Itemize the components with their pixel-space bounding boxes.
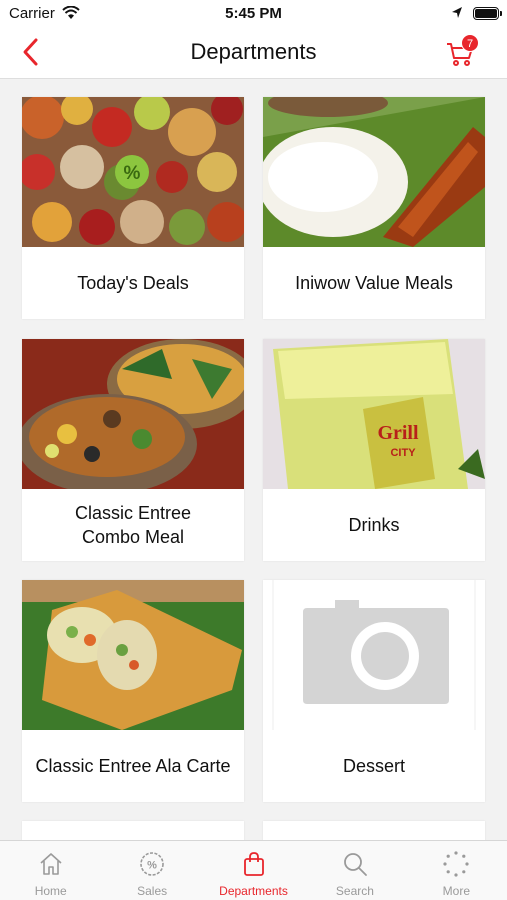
svg-text:%: % — [124, 163, 141, 184]
status-bar: Carrier 5:45 PM — [0, 0, 507, 26]
department-card-classic-entree-combo-meal[interactable]: Classic Entree Combo Meal — [22, 339, 244, 561]
tab-label: Sales — [137, 884, 168, 898]
department-card-iniwow-value-meals[interactable]: Iniwow Value Meals — [263, 97, 485, 319]
department-card-partial[interactable] — [22, 821, 244, 840]
svg-text:CITY: CITY — [390, 447, 416, 459]
location-arrow-icon — [452, 7, 462, 18]
svg-text:%: % — [147, 860, 157, 872]
juice-cup-photo: Grill CITY — [263, 339, 485, 489]
shopping-bag-icon — [243, 852, 264, 876]
vegetables-photo: % — [22, 97, 244, 247]
tab-label: Departments — [219, 884, 288, 898]
navigation-bar: Departments 7 — [0, 26, 507, 79]
tab-label: Search — [335, 884, 374, 898]
department-label: Iniwow Value Meals — [295, 273, 453, 293]
department-card-dessert[interactable]: Dessert — [263, 580, 485, 802]
tab-departments[interactable]: Departments — [203, 841, 304, 900]
sales-icon: % — [140, 852, 164, 876]
department-label: Classic Entree Combo Meal — [74, 503, 192, 547]
search-icon — [344, 853, 367, 876]
camera-placeholder-icon — [263, 580, 485, 730]
department-card-partial[interactable] — [263, 821, 485, 840]
tab-bar: Home % Sales Departments Search More — [0, 840, 507, 900]
rice-bbq-photo — [263, 97, 485, 247]
department-card-classic-entree-ala-carte[interactable]: Classic Entree Ala Carte — [22, 580, 244, 802]
tab-more[interactable]: More — [406, 841, 507, 900]
tab-label: Home — [34, 884, 67, 898]
clock: 5:45 PM — [225, 5, 282, 22]
tab-label: More — [442, 884, 470, 898]
home-icon — [40, 853, 62, 875]
svg-text:Grill: Grill — [377, 422, 419, 444]
lumpia-photo — [22, 580, 244, 730]
tab-home[interactable]: Home — [0, 841, 101, 900]
cart-count-badge: 7 — [461, 34, 479, 52]
more-icon — [443, 851, 469, 877]
tab-search[interactable]: Search — [304, 841, 405, 900]
battery-icon — [473, 7, 502, 20]
page-title: Departments — [190, 39, 317, 64]
department-card-drinks[interactable]: Grill CITY Drinks — [263, 339, 485, 561]
department-label: Dessert — [342, 756, 405, 776]
department-card-todays-deals[interactable]: % Today's Deals — [22, 97, 244, 319]
stew-bowls-photo — [22, 339, 244, 489]
department-label: Drinks — [348, 515, 400, 535]
tab-sales[interactable]: % Sales — [101, 841, 202, 900]
department-label: Classic Entree Ala Carte — [35, 756, 231, 776]
department-label: Today's Deals — [77, 273, 189, 293]
departments-grid: % Today's Deals Iniwow Value Meals Class… — [0, 80, 507, 840]
